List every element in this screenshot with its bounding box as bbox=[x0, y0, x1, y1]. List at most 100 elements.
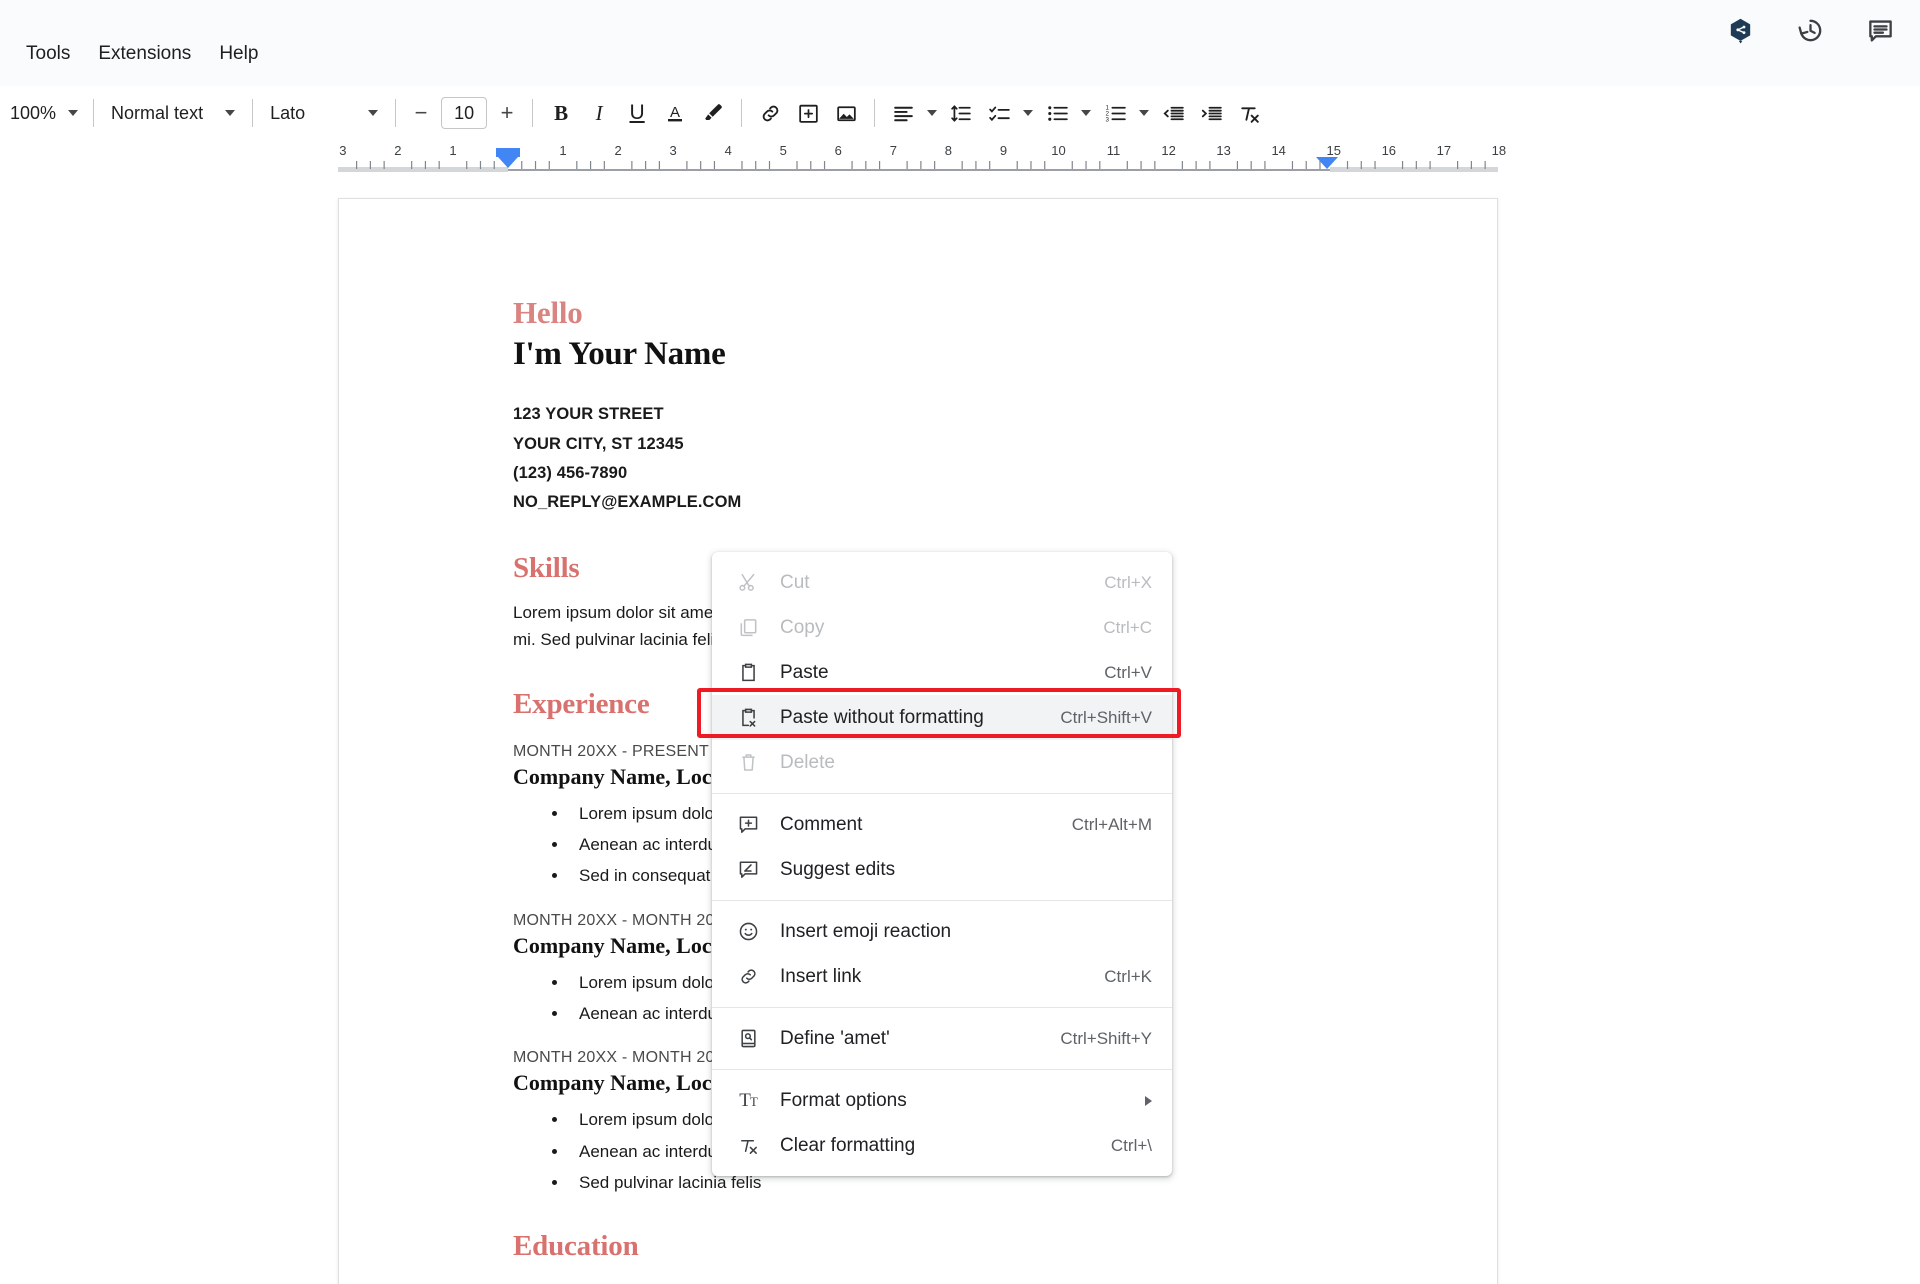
context-menu-item-format[interactable]: TT Format options bbox=[712, 1078, 1172, 1123]
font-family-value: Lato bbox=[270, 102, 306, 123]
insert-link-button[interactable] bbox=[751, 94, 789, 132]
toolbar-divider bbox=[252, 99, 254, 127]
bold-icon: B bbox=[554, 100, 569, 125]
increase-font-size-button[interactable]: + bbox=[491, 97, 523, 129]
context-menu-item-clearfmt[interactable]: Clear formatting Ctrl+\ bbox=[712, 1123, 1172, 1168]
toolbar-divider bbox=[874, 99, 876, 127]
svg-text:3: 3 bbox=[339, 143, 346, 158]
svg-text:18: 18 bbox=[1492, 143, 1506, 158]
italic-button[interactable]: I bbox=[580, 94, 618, 132]
chevron-down-icon bbox=[927, 110, 938, 116]
contact-city: YOUR CITY, ST 12345 bbox=[513, 434, 684, 453]
svg-text:11: 11 bbox=[1107, 143, 1121, 158]
context-menu-item-shortcut: Ctrl+C bbox=[1103, 617, 1152, 637]
svg-text:3: 3 bbox=[670, 143, 677, 158]
context-menu-item-shortcut: Ctrl+K bbox=[1104, 966, 1152, 986]
context-menu-item-paste_plain[interactable]: Paste without formatting Ctrl+Shift+V bbox=[712, 695, 1172, 740]
context-menu-item-define[interactable]: Define 'amet' Ctrl+Shift+Y bbox=[712, 1016, 1172, 1061]
context-menu-item-shortcut: Ctrl+X bbox=[1104, 572, 1152, 592]
svg-text:15: 15 bbox=[1327, 143, 1341, 158]
line-spacing-button[interactable] bbox=[942, 94, 980, 132]
context-menu-item-suggest[interactable]: Suggest edits bbox=[712, 847, 1172, 892]
paragraph-style-selector[interactable]: Normal text bbox=[103, 95, 243, 131]
chevron-down-icon bbox=[1139, 110, 1150, 116]
ruler[interactable]: 1 2 3 4 5 6 7 8 9 10 11 12 13 14 15 16 17 18 3 2 1 bbox=[0, 140, 1920, 174]
decrease-indent-icon bbox=[1163, 106, 1184, 120]
decrease-indent-button[interactable] bbox=[1154, 94, 1192, 132]
svg-text:1: 1 bbox=[559, 143, 566, 158]
version-history-button[interactable] bbox=[1788, 8, 1832, 52]
context-menu-item-emoji[interactable]: Insert emoji reaction bbox=[712, 909, 1172, 954]
context-menu-separator bbox=[712, 793, 1172, 794]
context-menu-item-delete: Delete bbox=[712, 740, 1172, 785]
font-size-input[interactable]: 10 bbox=[441, 97, 488, 129]
menu-bar: Tools Extensions Help bbox=[0, 0, 1920, 86]
align-left-icon bbox=[893, 106, 913, 121]
bold-button[interactable]: B bbox=[542, 94, 580, 132]
zoom-selector[interactable]: 100% bbox=[2, 95, 84, 131]
paste-plain-icon bbox=[734, 706, 762, 729]
highlight-pen-icon bbox=[705, 104, 722, 120]
menu-extensions[interactable]: Extensions bbox=[86, 37, 203, 71]
link-icon bbox=[762, 105, 778, 121]
contact-phone: (123) 456-7890 bbox=[513, 463, 628, 482]
emoji-icon bbox=[734, 920, 762, 943]
svg-text:4: 4 bbox=[725, 143, 732, 158]
context-menu-separator bbox=[712, 1069, 1172, 1070]
underline-icon: U bbox=[629, 101, 645, 124]
numbered-list-dropdown[interactable] bbox=[1134, 94, 1154, 132]
bulleted-list-button[interactable] bbox=[1038, 94, 1076, 132]
svg-text:9: 9 bbox=[1000, 143, 1007, 158]
highlight-color-button[interactable] bbox=[694, 94, 732, 132]
svg-text:A: A bbox=[670, 104, 680, 121]
chevron-down-icon bbox=[1023, 110, 1034, 116]
clear-formatting-button[interactable] bbox=[1230, 94, 1268, 132]
checklist-icon bbox=[988, 106, 1010, 121]
svg-text:6: 6 bbox=[835, 143, 842, 158]
align-dropdown[interactable] bbox=[922, 94, 942, 132]
suggest-edits-icon bbox=[734, 858, 762, 881]
text-color-button[interactable]: A bbox=[656, 94, 694, 132]
context-menu-item-comment[interactable]: Comment Ctrl+Alt+M bbox=[712, 802, 1172, 847]
line-spacing-icon bbox=[950, 104, 971, 122]
increase-indent-button[interactable] bbox=[1192, 94, 1230, 132]
text-color-icon: A bbox=[668, 104, 683, 122]
svg-text:13: 13 bbox=[1216, 143, 1230, 158]
context-menu-item-cut: Cut Ctrl+X bbox=[712, 560, 1172, 605]
paragraph-style-value: Normal text bbox=[111, 102, 204, 123]
gemini-button[interactable] bbox=[1718, 8, 1762, 52]
numbered-list-icon: 1 2 3 bbox=[1105, 104, 1126, 123]
menu-tools[interactable]: Tools bbox=[14, 37, 82, 71]
context-menu-item-paste[interactable]: Paste Ctrl+V bbox=[712, 650, 1172, 695]
menu-bar-right-actions bbox=[1718, 8, 1902, 52]
increase-indent-icon bbox=[1201, 106, 1222, 120]
bulleted-list-icon bbox=[1047, 105, 1068, 121]
comment-history-icon bbox=[1868, 19, 1892, 42]
context-menu-item-link[interactable]: Insert link Ctrl+K bbox=[712, 954, 1172, 999]
add-comment-button[interactable] bbox=[789, 94, 827, 132]
checklist-dropdown[interactable] bbox=[1018, 94, 1038, 132]
contact-block: 123 YOUR STREET YOUR CITY, ST 12345 (123… bbox=[513, 400, 1377, 517]
education-heading: Education bbox=[513, 1230, 639, 1263]
align-button[interactable] bbox=[884, 94, 922, 132]
svg-text:5: 5 bbox=[780, 143, 787, 158]
copy-icon bbox=[734, 616, 762, 639]
context-menu-item-label: Clear formatting bbox=[780, 1134, 916, 1156]
insert-image-button[interactable] bbox=[827, 94, 865, 132]
decrease-font-size-button[interactable]: − bbox=[405, 97, 437, 129]
context-menu-item-label: Copy bbox=[780, 616, 825, 638]
comments-button[interactable] bbox=[1858, 8, 1902, 52]
menu-help[interactable]: Help bbox=[207, 37, 270, 71]
svg-text:3: 3 bbox=[1105, 116, 1109, 123]
submenu-arrow-icon bbox=[1145, 1095, 1152, 1106]
bulleted-list-dropdown[interactable] bbox=[1076, 94, 1096, 132]
greeting-heading: Hello bbox=[513, 295, 583, 330]
checklist-button[interactable] bbox=[980, 94, 1018, 132]
version-history-icon bbox=[1797, 19, 1821, 41]
context-menu[interactable]: Cut Ctrl+X Copy Ctrl+C Paste Ctrl+V Paste with… bbox=[712, 552, 1172, 1176]
numbered-list-button[interactable]: 1 2 3 bbox=[1096, 94, 1134, 132]
contact-email: NO_REPLY@EXAMPLE.COM bbox=[513, 493, 742, 512]
context-menu-item-label: Suggest edits bbox=[780, 858, 896, 880]
underline-button[interactable]: U bbox=[618, 94, 656, 132]
font-family-selector[interactable]: Lato bbox=[262, 95, 386, 131]
